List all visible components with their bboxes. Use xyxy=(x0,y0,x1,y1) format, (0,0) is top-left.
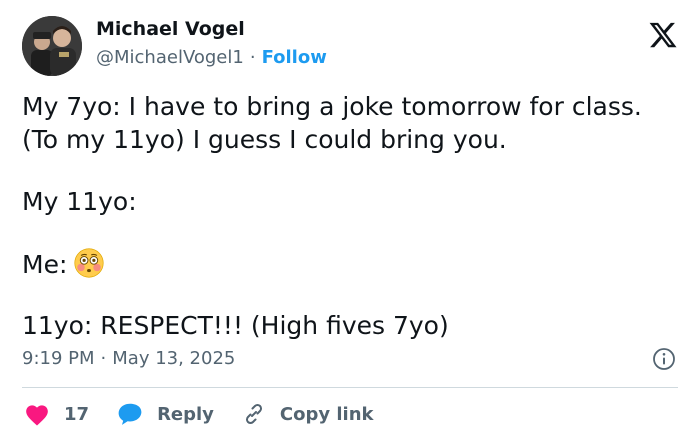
reply-label: Reply xyxy=(157,403,214,425)
separator-dot: · xyxy=(100,348,107,369)
link-icon xyxy=(245,403,262,425)
separator-dot: · xyxy=(249,47,256,68)
reply-bubble-icon xyxy=(118,403,142,425)
info-icon[interactable] xyxy=(652,347,676,371)
like-button[interactable]: 17 xyxy=(24,402,89,426)
divider xyxy=(22,387,678,388)
action-bar: 17 Reply Copy link xyxy=(24,400,402,428)
flushed-face-emoji-icon xyxy=(74,248,104,278)
tweet-line: My 7yo: I have to bring a joke tomorrow … xyxy=(22,92,642,121)
tweet-line: (To my 11yo) I guess I could bring you. xyxy=(22,125,507,154)
tweet-date: May 13, 2025 xyxy=(112,348,236,369)
tweet-card: Michael Vogel @MichaelVogel1 · Follow My 7… xyxy=(0,0,700,440)
x-logo-icon[interactable] xyxy=(648,20,678,50)
tweet-timestamp[interactable]: 9:19 PM · May 13, 2025 xyxy=(22,348,235,369)
tweet-line: 11yo: RESPECT!!! (High fives 7yo) xyxy=(22,311,449,340)
tweet-text: My 7yo: I have to bring a joke tomorrow … xyxy=(22,90,682,342)
author-handle[interactable]: @MichaelVogel1 xyxy=(96,47,244,68)
follow-button[interactable]: Follow xyxy=(262,47,327,68)
tweet-line-with-emoji: Me: xyxy=(22,247,682,280)
reply-button[interactable]: Reply xyxy=(117,402,214,426)
copy-link-label: Copy link xyxy=(279,403,374,425)
like-count: 17 xyxy=(64,403,90,425)
heart-icon xyxy=(26,405,48,426)
tweet-line: My 11yo: xyxy=(22,187,137,216)
author-name[interactable]: Michael Vogel xyxy=(96,18,245,40)
tweet-time: 9:19 PM xyxy=(22,348,95,369)
copy-link-button[interactable]: Copy link xyxy=(242,402,374,426)
author-handle-row: @MichaelVogel1 · Follow xyxy=(96,47,327,68)
avatar[interactable] xyxy=(22,16,82,76)
tweet-line-text: Me: xyxy=(22,250,68,279)
